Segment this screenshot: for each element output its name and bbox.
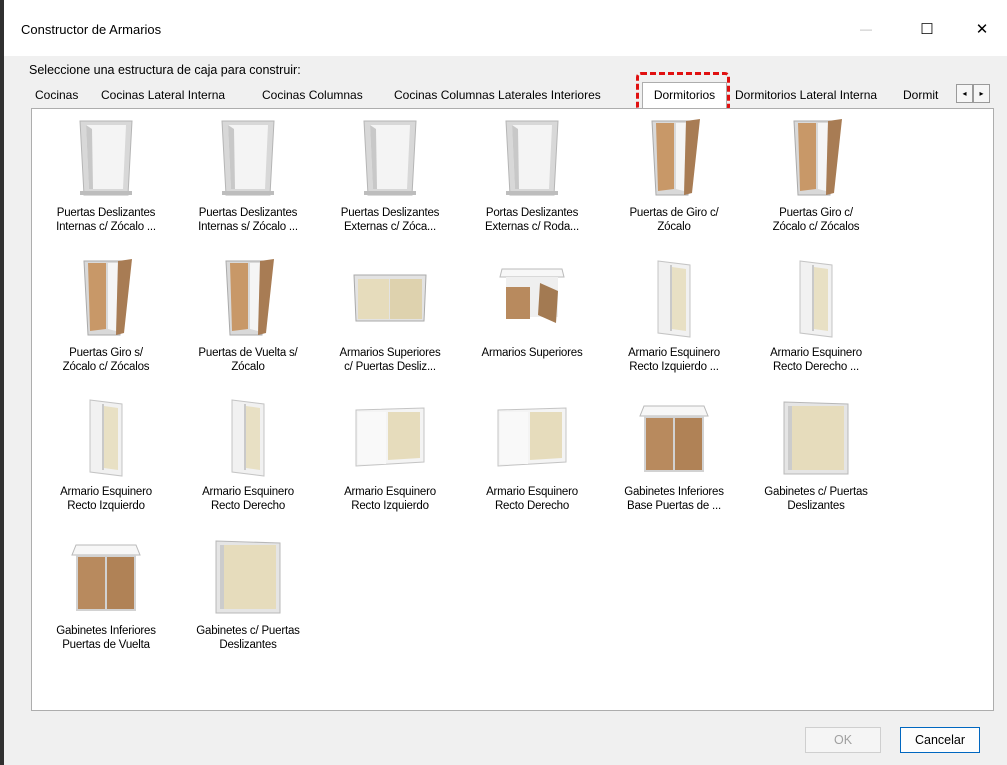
open-wardrobe-icon bbox=[492, 117, 572, 199]
tab-scroll-right-button[interactable]: ▸ bbox=[973, 84, 990, 103]
list-item[interactable]: Puertas Deslizantes Externas c/ Zóca... bbox=[318, 117, 462, 234]
minimize-icon: — bbox=[860, 22, 872, 36]
prompt-label: Seleccione una estructura de caja para c… bbox=[29, 63, 301, 77]
tab-dormitorios-lateral-interna[interactable]: Dormitorios Lateral Interna bbox=[735, 84, 877, 106]
open-wardrobe-icon bbox=[350, 117, 430, 199]
item-caption: Puertas Giro c/Zócalo c/ Zócalos bbox=[772, 207, 860, 233]
arrow-left-icon: ◂ bbox=[962, 89, 967, 98]
tab-cocinas-lateral-interna[interactable]: Cocinas Lateral Interna bbox=[101, 84, 225, 106]
list-item[interactable]: Portas Deslizantes Externas c/ Roda... bbox=[460, 117, 604, 234]
list-item[interactable]: Puertas de Vuelta s/Zócalo bbox=[176, 257, 320, 374]
hinged-door-wardrobe-icon bbox=[66, 257, 146, 339]
ok-button[interactable]: OK bbox=[805, 727, 881, 753]
close-icon: ✕ bbox=[975, 21, 989, 38]
item-caption: Armarios Superiores c/ Puertas Desliz... bbox=[339, 347, 441, 373]
list-item[interactable]: Armario Esquinero Recto Izquierdo bbox=[318, 396, 462, 513]
open-wardrobe-icon bbox=[66, 117, 146, 199]
list-item[interactable]: Puertas de Giro c/Zócalo bbox=[602, 117, 746, 234]
minimize-button[interactable]: — bbox=[843, 12, 889, 46]
title-bar: Constructor de Armarios — ☐ ✕ bbox=[4, 0, 1007, 56]
item-caption: Armario Esquinero Recto Derecho bbox=[486, 486, 578, 512]
tab-strip: Cocinas Cocinas Lateral Interna Cocinas … bbox=[29, 82, 1004, 108]
item-caption: Portas Deslizantes Externas c/ Roda... bbox=[485, 207, 579, 233]
item-caption: Puertas de Vuelta s/Zócalo bbox=[198, 347, 298, 373]
base-cabinet-icon bbox=[634, 396, 714, 478]
tab-cocinas-columnas-laterales[interactable]: Cocinas Columnas Laterales Interiores bbox=[394, 84, 601, 106]
tab-cocinas[interactable]: Cocinas bbox=[35, 84, 78, 106]
maximize-button[interactable]: ☐ bbox=[904, 12, 950, 46]
tab-cocinas-columnas[interactable]: Cocinas Columnas bbox=[262, 84, 363, 106]
list-item[interactable]: Armarios Superiores c/ Puertas Desliz... bbox=[318, 257, 462, 374]
tab-dormit[interactable]: Dormit bbox=[903, 84, 955, 106]
arrow-right-icon: ▸ bbox=[979, 89, 984, 98]
highlight-annotation bbox=[636, 72, 730, 112]
list-item[interactable]: Gabinetes Inferiores Puertas de Vuelta bbox=[34, 535, 178, 652]
upper-cabinet-icon bbox=[492, 257, 572, 339]
item-caption: Gabinetes Inferiores Base Puertas de ... bbox=[624, 486, 724, 512]
corner-upper-cabinet-icon bbox=[492, 396, 572, 478]
tab-scroll-left-button[interactable]: ◂ bbox=[956, 84, 973, 103]
list-item[interactable]: Gabinetes c/ Puertas Deslizantes bbox=[744, 396, 888, 513]
item-caption: Puertas Giro s/Zócalo c/ Zócalos bbox=[62, 347, 150, 373]
maximize-icon: ☐ bbox=[920, 21, 934, 38]
item-caption: Puertas Deslizantes Internas s/ Zócalo ..… bbox=[198, 207, 298, 233]
corner-wardrobe-icon bbox=[66, 396, 146, 478]
item-caption: Gabinetes Inferiores Puertas de Vuelta bbox=[56, 625, 156, 651]
item-caption: Armario Esquinero Recto Izquierdo ... bbox=[628, 347, 720, 373]
left-edge bbox=[0, 0, 4, 765]
item-caption: Puertas de Giro c/Zócalo bbox=[629, 207, 719, 233]
list-item[interactable]: Gabinetes c/ Puertas Deslizantes bbox=[176, 535, 320, 652]
list-item[interactable]: Puertas Deslizantes Internas c/ Zócalo ..… bbox=[34, 117, 178, 234]
list-item[interactable]: Gabinetes Inferiores Base Puertas de ... bbox=[602, 396, 746, 513]
window-title: Constructor de Armarios bbox=[21, 22, 162, 37]
item-caption: Armarios Superiores bbox=[481, 347, 583, 359]
cancel-button[interactable]: Cancelar bbox=[900, 727, 980, 753]
list-item[interactable]: Puertas Deslizantes Internas s/ Zócalo ..… bbox=[176, 117, 320, 234]
list-item[interactable]: Armario Esquinero Recto Derecho bbox=[460, 396, 604, 513]
sliding-cabinet-icon bbox=[776, 396, 856, 478]
corner-upper-cabinet-icon bbox=[350, 396, 430, 478]
corner-wardrobe-icon bbox=[776, 257, 856, 339]
item-caption: Gabinetes c/ Puertas Deslizantes bbox=[764, 486, 868, 512]
base-cabinet-icon bbox=[66, 535, 146, 617]
sliding-cabinet-icon bbox=[208, 535, 288, 617]
upper-sliding-cabinet-icon bbox=[350, 257, 430, 339]
item-caption: Armario Esquinero Recto Izquierdo bbox=[60, 486, 152, 512]
list-item[interactable]: Armario Esquinero Recto Derecho bbox=[176, 396, 320, 513]
list-item[interactable]: Armario Esquinero Recto Izquierdo bbox=[34, 396, 178, 513]
list-item[interactable]: Puertas Giro c/Zócalo c/ Zócalos bbox=[744, 117, 888, 234]
corner-wardrobe-icon bbox=[634, 257, 714, 339]
hinged-door-wardrobe-icon bbox=[634, 117, 714, 199]
hinged-door-wardrobe-icon bbox=[208, 257, 288, 339]
item-caption: Puertas Deslizantes Internas c/ Zócalo ..… bbox=[56, 207, 156, 233]
item-caption: Gabinetes c/ Puertas Deslizantes bbox=[196, 625, 300, 651]
corner-wardrobe-icon bbox=[208, 396, 288, 478]
list-item[interactable]: Armario Esquinero Recto Derecho ... bbox=[744, 257, 888, 374]
item-caption: Armario Esquinero Recto Izquierdo bbox=[344, 486, 436, 512]
item-caption: Puertas Deslizantes Externas c/ Zóca... bbox=[340, 207, 440, 233]
item-caption: Armario Esquinero Recto Derecho ... bbox=[770, 347, 862, 373]
list-item[interactable]: Armario Esquinero Recto Izquierdo ... bbox=[602, 257, 746, 374]
list-item[interactable]: Armarios Superiores bbox=[460, 257, 604, 360]
open-wardrobe-icon bbox=[208, 117, 288, 199]
close-button[interactable]: ✕ bbox=[959, 12, 1005, 46]
item-grid-panel: Puertas Deslizantes Internas c/ Zócalo ..… bbox=[31, 108, 994, 711]
list-item[interactable]: Puertas Giro s/Zócalo c/ Zócalos bbox=[34, 257, 178, 374]
item-caption: Armario Esquinero Recto Derecho bbox=[202, 486, 294, 512]
hinged-door-wardrobe-icon bbox=[776, 117, 856, 199]
